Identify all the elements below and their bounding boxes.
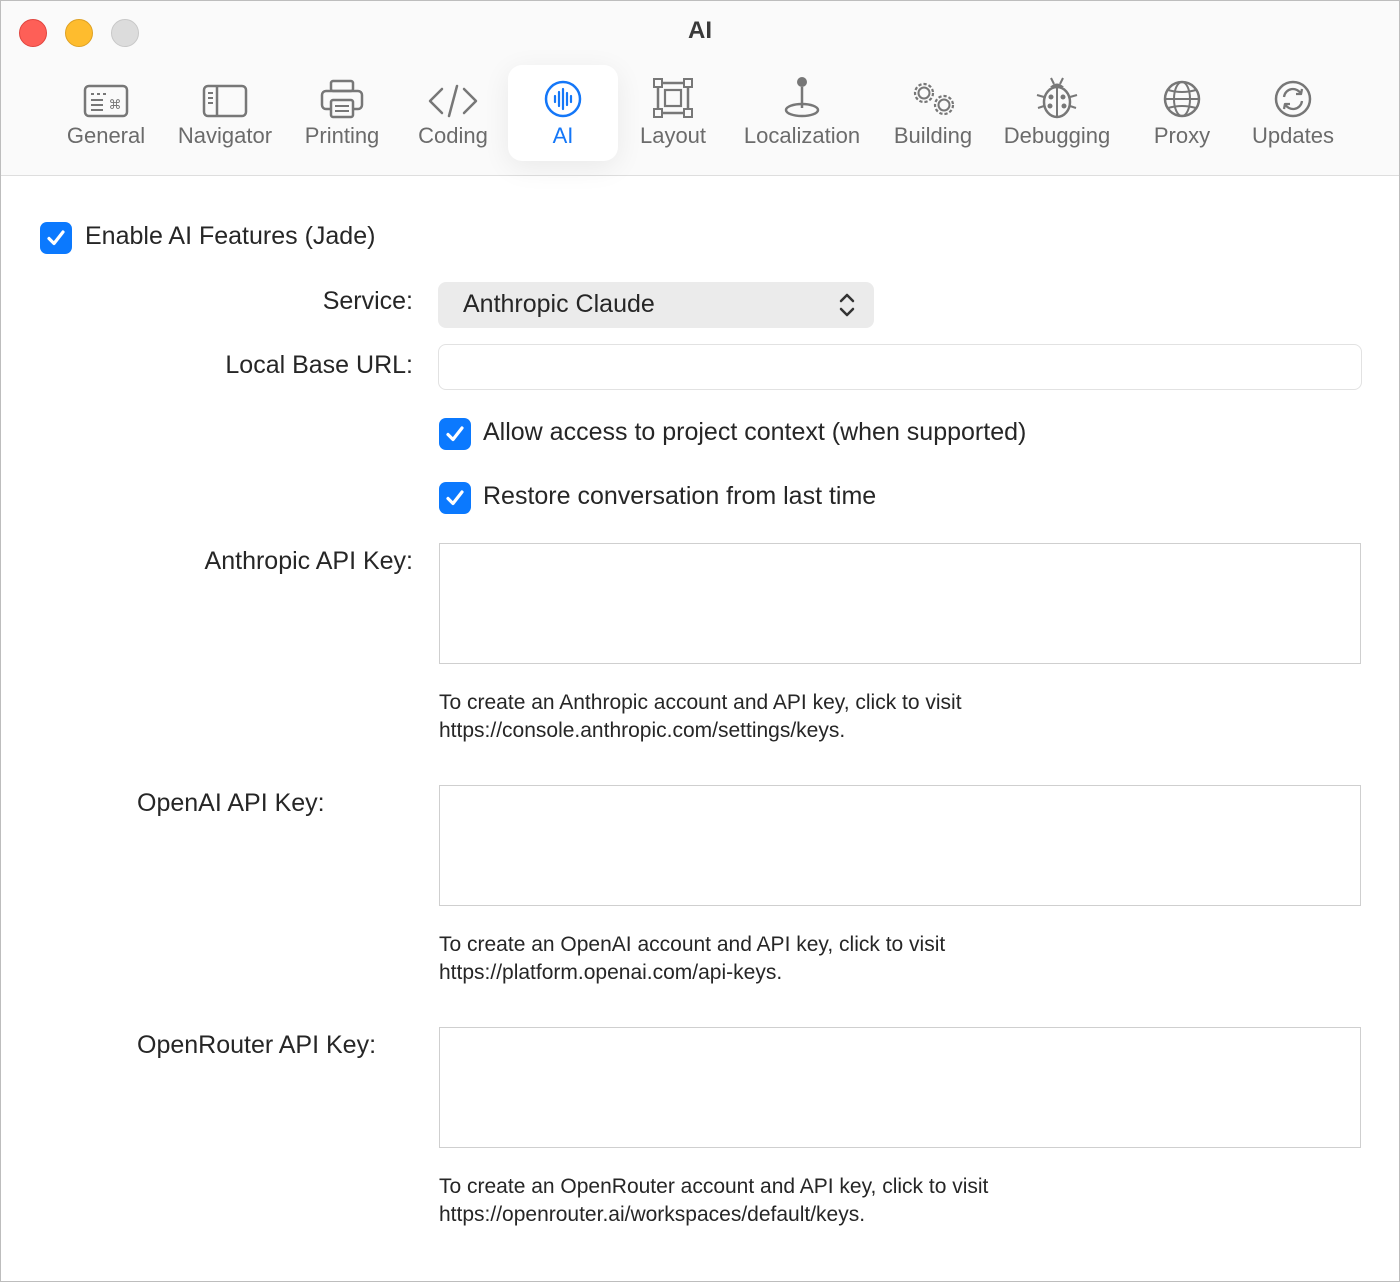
tab-printing[interactable]: Printing <box>293 65 391 161</box>
tab-label: Proxy <box>1153 123 1211 148</box>
openai-keys-link[interactable]: https://platform.openai.com/api-keys. <box>439 959 945 987</box>
tab-localization[interactable]: Localization <box>731 65 873 161</box>
globe-icon <box>1162 75 1202 119</box>
tab-label: Layout <box>639 123 707 148</box>
openai-api-key-field[interactable] <box>439 785 1361 906</box>
tab-label: Building <box>893 123 973 148</box>
tab-general[interactable]: ⌘ General <box>56 65 156 161</box>
project-context-label: Allow access to project context (when su… <box>483 418 1027 446</box>
tab-navigator[interactable]: Navigator <box>169 65 281 161</box>
anthropic-api-key-label: Anthropic API Key: <box>204 547 413 575</box>
checkmark-icon <box>47 230 65 246</box>
ladybug-icon <box>1035 75 1079 119</box>
keyboard-icon: ⌘ <box>83 75 129 119</box>
code-brackets-icon <box>427 75 479 119</box>
tab-label: Printing <box>304 123 380 148</box>
svg-text:⌘: ⌘ <box>109 98 122 113</box>
service-label: Service: <box>322 287 413 315</box>
help-line: To create an OpenAI account and API key,… <box>439 933 946 956</box>
ai-settings-pane: Enable AI Features (Jade) Service: Anthr… <box>1 176 1399 1281</box>
tab-label: Debugging <box>1003 123 1111 148</box>
anthropic-api-key-field[interactable] <box>439 543 1361 664</box>
tab-updates[interactable]: Updates <box>1241 65 1345 161</box>
tab-coding[interactable]: Coding <box>405 65 501 161</box>
tab-debugging[interactable]: Debugging <box>995 65 1119 161</box>
service-select[interactable]: Anthropic Claude <box>438 282 874 328</box>
restore-conversation-checkbox[interactable] <box>439 482 471 514</box>
help-line: To create an OpenRouter account and API … <box>439 1175 989 1198</box>
joystick-icon <box>782 75 822 119</box>
window-title: AI <box>688 17 712 44</box>
enable-ai-label: Enable AI Features (Jade) <box>85 222 376 250</box>
enable-ai-checkbox[interactable] <box>40 222 72 254</box>
project-context-checkbox[interactable] <box>439 418 471 450</box>
preferences-window: AI ⌘ General Navigator Printing Coding A… <box>0 0 1400 1282</box>
tab-label: AI <box>552 123 574 148</box>
gears-icon <box>907 75 959 119</box>
local-base-url-label: Local Base URL: <box>225 351 413 379</box>
openrouter-api-key-label: OpenRouter API Key: <box>137 1031 377 1059</box>
checkmark-icon <box>446 426 464 442</box>
anthropic-keys-link[interactable]: https://console.anthropic.com/settings/k… <box>439 717 962 745</box>
service-value: Anthropic Claude <box>463 290 655 318</box>
layout-frame-icon <box>652 75 694 119</box>
tab-building[interactable]: Building <box>885 65 981 161</box>
tab-label: Updates <box>1252 123 1334 148</box>
tab-proxy[interactable]: Proxy <box>1136 65 1228 161</box>
checkmark-icon <box>446 490 464 506</box>
chevron-up-down-icon <box>838 291 856 324</box>
openrouter-api-key-field[interactable] <box>439 1027 1361 1148</box>
refresh-icon <box>1273 75 1313 119</box>
tab-ai[interactable]: AI <box>508 65 618 161</box>
openai-help-text[interactable]: To create an OpenAI account and API key,… <box>439 931 945 987</box>
tab-label: Localization <box>743 123 861 148</box>
printer-icon <box>320 75 364 119</box>
tab-label: General <box>66 123 146 148</box>
local-base-url-field[interactable] <box>438 344 1362 390</box>
help-line: To create an Anthropic account and API k… <box>439 691 962 714</box>
openrouter-help-text[interactable]: To create an OpenRouter account and API … <box>439 1173 988 1229</box>
tab-label: Coding <box>418 123 488 148</box>
openrouter-keys-link[interactable]: https://openrouter.ai/workspaces/default… <box>439 1201 988 1229</box>
title-bar: AI ⌘ General Navigator Printing Coding A… <box>1 1 1399 176</box>
restore-conversation-label: Restore conversation from last time <box>483 482 877 510</box>
openai-api-key-label: OpenAI API Key: <box>137 789 325 817</box>
tab-label: Navigator <box>177 123 273 148</box>
sidebar-icon <box>202 75 248 119</box>
waveform-icon <box>543 75 583 119</box>
tab-layout[interactable]: Layout <box>628 65 718 161</box>
anthropic-help-text[interactable]: To create an Anthropic account and API k… <box>439 689 962 745</box>
